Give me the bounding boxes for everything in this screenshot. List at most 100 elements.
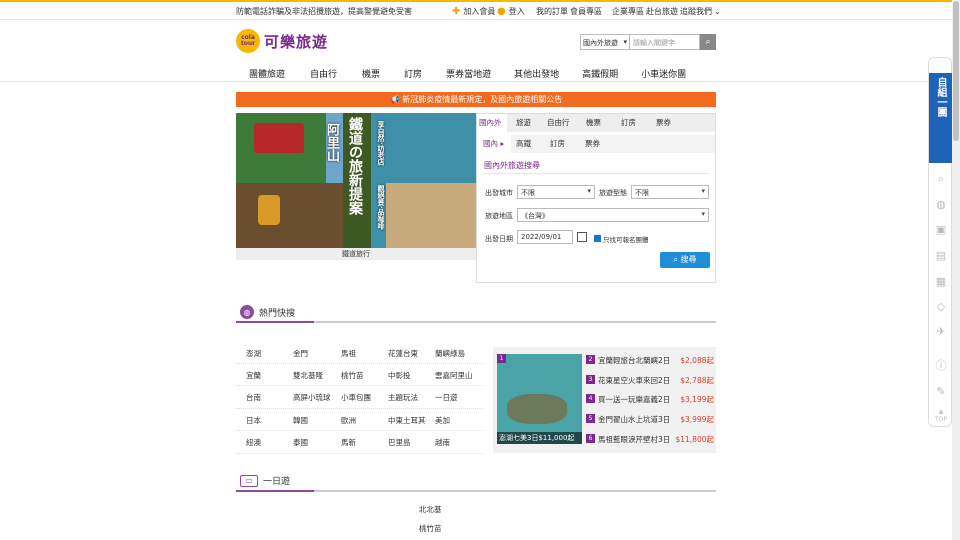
region-label: 旅遊地區 [485,212,513,220]
search-submit-button[interactable]: ⌕ 搜尋 [660,252,710,268]
domestic-tabs: 國內 ▸ 高鐵 訂房 票券 [477,135,715,153]
hot-link[interactable]: 花蓮台東 [388,348,418,359]
user-icon: ● [497,6,506,17]
enterprise-link[interactable]: 企業專區 [612,6,644,17]
date-input[interactable]: 2022/09/01 [517,230,573,244]
info-icon[interactable]: ⓘ [935,360,947,372]
hot-link[interactable]: 金門 [293,348,308,359]
banner-caption[interactable]: 鐵道旅行 [236,248,476,260]
tab-domestic-international[interactable]: 國內外 ▸ [477,114,507,145]
promo-main-image[interactable]: 1 澎湖七美3日$11,000起 [497,354,582,444]
promo-item[interactable]: 4 買一送一玩樂嘉義2日 $3,199起 [586,394,714,405]
day-trip-item[interactable]: 桃竹苗 [419,523,442,534]
hot-link[interactable]: 馬祖 [341,348,356,359]
promo-item[interactable]: 5 金門翟山水上坑道3日 $3,999起 [586,414,714,425]
nav-hotels[interactable]: 訂房 [404,67,422,80]
tab-domestic[interactable]: 國內 ▸ [477,135,511,153]
depart-city-select[interactable]: 不限 ▾ [517,185,595,199]
logo-text: 可樂旅遊 [264,32,329,51]
promo-item[interactable]: 6 馬祖藍眼淚芹壁村3日 $11,800起 [586,434,714,445]
hot-link[interactable]: 紐澳 [246,437,261,448]
tab-domestic-hotels[interactable]: 訂房 [550,135,585,153]
visit-taiwan-link[interactable]: 赴台旅遊 [646,6,678,17]
site-search: 國內外旅遊 ▾ 請輸入關鍵字 ⌕ [580,34,716,50]
hot-link[interactable]: 宜蘭 [246,370,261,381]
search-input[interactable]: 請輸入關鍵字 [630,34,700,50]
site-header: cola tour 可樂旅遊 國內外旅遊 ▾ 請輸入關鍵字 ⌕ 團體旅遊 自由行… [0,20,952,82]
search-scope-select[interactable]: 國內外旅遊 ▾ [580,34,630,50]
globe-icon[interactable]: ◍ [935,199,947,211]
custom-group-button[interactable]: 自組一團 [929,73,952,163]
hot-link[interactable]: 中彰投 [388,370,411,381]
promo-item[interactable]: 3 花東星空火車來回2日 $2,788起 [586,375,714,386]
tab-tickets[interactable]: 票券 [656,114,686,132]
hot-link[interactable]: 馬新 [341,437,356,448]
tab-hsr[interactable]: 高鐵 [516,135,550,153]
hot-link[interactable]: 日本 [246,415,261,426]
nav-free-travel[interactable]: 自由行 [310,67,337,80]
nav-other-departure[interactable]: 其他出發地 [514,67,559,80]
hot-link[interactable]: 歐洲 [341,415,356,426]
nav-mini-tour[interactable]: 小車迷你團 [641,67,686,80]
search-icon[interactable]: ⌕ [935,173,947,185]
hot-link[interactable]: 桃竹苗 [341,370,364,381]
tab-domestic-tickets[interactable]: 票券 [585,135,615,153]
available-only-label: 只找可報名團體 [603,236,649,244]
hot-link[interactable]: 高屏小琉球 [293,392,331,403]
plane-icon[interactable]: ✈ [935,326,947,338]
hot-link[interactable]: 中東土耳其 [388,415,426,426]
available-only-checkbox[interactable] [594,235,601,242]
edit-icon[interactable]: ✎ [935,386,947,398]
join-member-link[interactable]: ✚ 加入會員 [452,6,495,17]
hot-link[interactable]: 主題玩法 [388,392,418,403]
train-icon[interactable]: ▣ [935,224,947,236]
site-logo[interactable]: cola tour 可樂旅遊 [236,29,328,53]
chevron-up-icon: ▲ [938,408,944,415]
nav-group-tour[interactable]: 團體旅遊 [249,67,285,80]
hot-link[interactable]: 美加 [435,415,450,426]
tab-hotels[interactable]: 訂房 [621,114,656,132]
back-to-top-button[interactable]: ▲ TOP [935,408,947,424]
hot-link[interactable]: 一日遊 [435,392,458,403]
ticket-icon[interactable]: ◇ [935,301,947,313]
hot-link[interactable]: 小車包團 [341,392,371,403]
hot-link[interactable]: 澎湖 [246,348,261,359]
tab-tour[interactable]: 旅遊 [516,114,547,132]
train-image [254,123,304,153]
nav-hsr-package[interactable]: 高鐵假期 [582,67,618,80]
search-button[interactable]: ⌕ [700,34,716,50]
calendar-icon[interactable] [577,232,587,242]
nav-flights[interactable]: 機票 [362,67,380,80]
region-select[interactable]: 《台灣》 ▾ [517,208,709,222]
scam-notice[interactable]: 防範電話詐騙及非法招攬旅遊，提高警覺避免受害 [236,6,412,17]
search-icon: ⌕ [705,37,711,47]
hot-link[interactable]: 雲嘉阿里山 [435,370,473,381]
follow-us-link[interactable]: 追蹤我們 ⌄ [680,6,721,17]
day-trip-item[interactable]: 北北基 [419,504,442,515]
promo-item[interactable]: 2 宜蘭輕旅台北蘭嶼2日 $2,088起 [586,355,714,366]
hot-link[interactable]: 韓國 [293,415,308,426]
banner-headline: 鐵道の旅新提案 [347,117,363,215]
member-area-link[interactable]: 會員專區 [570,6,602,17]
scrollbar-thumb[interactable] [953,1,959,141]
hot-link[interactable]: 巴里島 [388,437,411,448]
panel-title: 國內外旅遊搜尋 [484,161,540,170]
promo-main-caption: 澎湖七美3日$11,000起 [497,432,582,444]
my-orders-link[interactable]: 我的訂單 [536,6,568,17]
top-bar: 防範電話詐騙及非法招攬旅遊，提高警覺避免受害 ✚ 加入會員 ● 登入 我的訂單 … [0,0,952,20]
hot-link[interactable]: 蘭嶼綠島 [435,348,465,359]
hotel-icon[interactable]: ▦ [935,276,947,288]
hot-link[interactable]: 台南 [246,392,261,403]
product-tabs: 國內外 ▸ 旅遊 自由行 機票 訂房 票券 [477,114,715,145]
hot-link[interactable]: 越南 [435,437,450,448]
login-link[interactable]: ● 登入 [497,6,525,17]
hot-link[interactable]: 泰國 [293,437,308,448]
hot-link[interactable]: 雙北基隆 [293,370,323,381]
covid-alert-bar[interactable]: 📢 新冠肺炎疫情最新規定，及國內旅遊相關公告 [236,92,716,107]
nav-tickets[interactable]: 票券當地遊 [446,67,491,80]
tour-type-select[interactable]: 不限 ▾ [631,185,709,199]
tab-flights[interactable]: 機票 [586,114,621,132]
luggage-icon[interactable]: ▤ [935,250,947,262]
tab-free-travel[interactable]: 自由行 [547,114,586,132]
hero-banner[interactable]: 阿里山 鐵道の旅新提案 享自然‧訪老店 觀絕景‧品咖啡 [236,113,476,248]
